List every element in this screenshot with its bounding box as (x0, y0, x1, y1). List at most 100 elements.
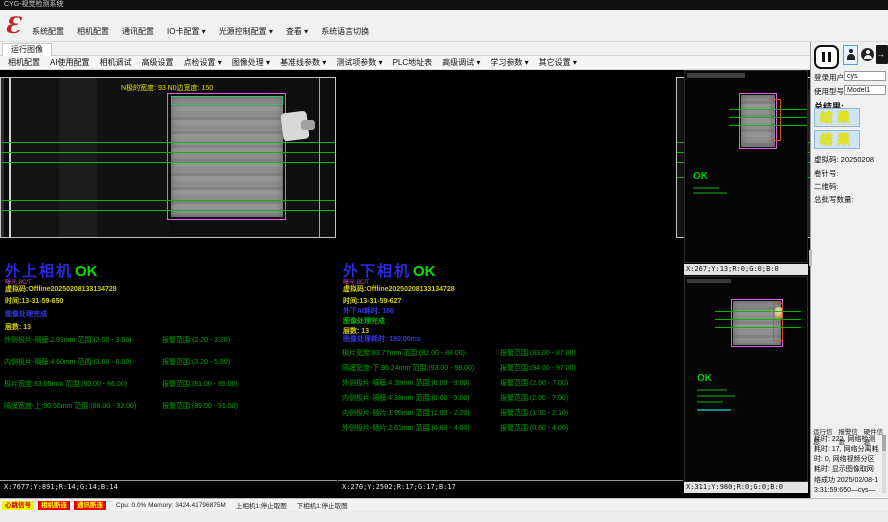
tool-spot-check[interactable]: 点检设置 ▾ (184, 57, 222, 68)
result-ok-text: OK (693, 171, 708, 182)
measurement-value: 内侧极片-隔膜:4.60mm 范围:(3.00 - 6.00) (4, 357, 132, 367)
alarm-range: 报警范围:(2.00 - 7.00) (500, 378, 568, 388)
menu-camera-config[interactable]: 相机配置 (77, 26, 109, 37)
log-scrollbar-thumb[interactable] (882, 435, 886, 451)
overlay-hline-green (729, 117, 807, 118)
menu-items: 系统配置 相机配置 通讯配置 IO卡配置 ▾ 光源控制配置 ▾ 查看 ▾ 系统语… (32, 26, 369, 37)
alarm-range: 报警范围:(2.00 - 7.00) (500, 393, 568, 403)
menu-language-switch[interactable]: 系统语言切换 (321, 26, 369, 37)
window-title: CYG-视觉检测系统 (4, 1, 64, 8)
tool-camera-config[interactable]: 相机配置 (8, 57, 40, 68)
menu-io-card-config[interactable]: IO卡配置 ▾ (167, 26, 206, 37)
pause-icon (822, 52, 825, 62)
panel-lower-outer-camera: AI处理图像 外下相机OK 曝光:8C/T 虚拟码:Offline2025020… (338, 70, 683, 498)
tool-camera-debug[interactable]: 相机调试 (100, 57, 132, 68)
tool-test-item-params[interactable]: 测试项参数 ▾ (336, 57, 382, 68)
overlay-roi-box-green (171, 96, 283, 105)
tiny-text-bar-cyan (697, 409, 731, 411)
menu-view[interactable]: 查看 ▾ (286, 26, 308, 37)
qrcode-label: 二维码: (814, 181, 839, 192)
panel-upper-outer-camera: N极的宽度: 93 N0边宽度: 150 外上相机OK 曝光:8C/T 虚拟码:… (0, 70, 337, 498)
overlay-hline-green (1, 210, 335, 211)
log-scrollbar[interactable] (882, 435, 886, 493)
measurement-row: 外侧极片-隔膜:2.91mm 范围:(2.00 - 3.50) 报警范围:(2.… (0, 335, 337, 344)
measurement-value: 隔膜宽度-下:95.24mm 范围:(93.00 - 98.00) (342, 363, 474, 373)
thumbnail-inner-upper-camera[interactable]: OK (684, 70, 808, 263)
tab-run-image[interactable]: 运行图像 (2, 43, 52, 56)
gripper-arm-tip (301, 120, 315, 130)
panel-splitter-handle[interactable] (809, 250, 812, 266)
thumbnail-inner-lower-camera[interactable]: OK (684, 276, 808, 482)
model-label: 使用型号: (814, 86, 846, 97)
right-sidebar: 登录用户: 使用型号: 总结果: 结果 结果 虚拟码: 20250208 卷针号… (810, 42, 888, 498)
login-user-field[interactable] (844, 71, 886, 81)
overlay-roi-box-orange (771, 99, 781, 141)
result-ok-text: OK (697, 373, 712, 384)
measurement-row: 内侧极片-极片:1.90mm 范围:(1.00 - 2.20) 报警范围:(1.… (338, 408, 683, 417)
measurement-value: 外侧极片-隔膜:4.38mm 范围:(0.00 - 9.00) (342, 378, 470, 388)
upper-camera-status: 上相机1:停止取图 (236, 500, 287, 510)
time-text: 时间:13-31-59-650 (5, 296, 63, 306)
overlay-hline-green (729, 125, 807, 126)
measurement-value: 极片宽度:83.05mm 范围:(80.00 - 86.00) (4, 379, 127, 389)
process-time-text: 图像处理耗时: 180.00ms (343, 334, 421, 344)
logout-exit-button[interactable] (876, 45, 888, 64)
camera-image-upper-outer[interactable]: N极的宽度: 93 N0边宽度: 150 (0, 77, 336, 238)
ai-time-text: 外下AI耗时: 166 (343, 306, 394, 316)
heartbeat-status-badge: 心跳信号 (2, 501, 34, 510)
comm-disconnected-badge: 通讯断连 (74, 501, 106, 510)
overlay-hline-green (715, 327, 801, 328)
thumb-label-bar (687, 279, 731, 283)
alarm-range: 报警范围:(94.00 - 97.00) (500, 363, 576, 373)
tiny-text-bar (697, 395, 735, 397)
measurement-value: 外侧极片-极片:2.61mm 范围:(0.60 - 4.00) (342, 423, 470, 433)
tool-ai-usage-config[interactable]: AI使用配置 (50, 57, 90, 68)
overlay-hline-green (1, 152, 335, 153)
result-display-2: 结果 (814, 130, 860, 149)
result-display-1: 结果 (814, 108, 860, 127)
overlay-hline-green (715, 311, 801, 312)
tool-image-processing[interactable]: 图像处理 ▾ (232, 57, 270, 68)
tool-advanced-debug[interactable]: 高级调试 ▾ (442, 57, 480, 68)
user-button[interactable] (843, 45, 858, 65)
pause-button[interactable] (814, 45, 839, 69)
tiny-text-bar (697, 389, 727, 391)
pixel-coordinate-readout: X:311;Y:980;R:0;G:0;B:0 (684, 482, 808, 493)
tool-other-settings[interactable]: 其它设置 ▾ (539, 57, 577, 68)
time-text: 时间:13-31-59-627 (343, 296, 401, 306)
batch-write-count-label: 总批写数量: (814, 194, 854, 205)
menu-light-control-config[interactable]: 光源控制配置 ▾ (219, 26, 273, 37)
menu-comm-config[interactable]: 通讯配置 (122, 26, 154, 37)
tool-advanced-settings[interactable]: 高级设置 (142, 57, 174, 68)
tool-learning-params[interactable]: 学习参数 ▾ (490, 57, 528, 68)
login-user-label: 登录用户: (814, 72, 846, 83)
lower-camera-status: 下相机1:停止取图 (297, 500, 348, 510)
status-bar: 心跳信号 相机断连 通讯断连 Cpu: 0.0% Memory: 3424.41… (0, 498, 888, 511)
alarm-range: 报警范围:(3.20 - 5.80) (162, 357, 230, 367)
overlay-hline-green (1, 162, 335, 163)
title-bar: CYG-视觉检测系统 (0, 0, 888, 10)
measurement-value: 内侧极片-极片:1.90mm 范围:(1.00 - 2.20) (342, 408, 470, 418)
measurement-row: 隔膜宽度-下:95.24mm 范围:(93.00 - 98.00) 报警范围:(… (338, 363, 683, 372)
needle-number-label: 卷针号: (814, 168, 839, 179)
model-field[interactable] (844, 85, 886, 95)
menu-bar: Ɛ 系统配置 相机配置 通讯配置 IO卡配置 ▾ 光源控制配置 ▾ 查看 ▾ 系… (0, 10, 888, 42)
overlay-hline-green (715, 319, 801, 320)
tab-strip: 运行图像 (0, 42, 810, 56)
tool-plc-address-table[interactable]: PLC地址表 (393, 57, 433, 68)
barcode-text: 虚拟码:Offline20250208133134728 (5, 284, 117, 294)
alarm-range: 报警范围:(0.60 - 4.00) (500, 423, 568, 433)
tool-baseline-params[interactable]: 基准线参数 ▾ (280, 57, 326, 68)
overlay-vline-yellow (319, 78, 320, 237)
log-output: 耗时: 222, 网络检测耗时: 17, 网络分离耗时: 0, 网络视频分区耗时… (814, 435, 880, 493)
tiny-text-bar (693, 187, 719, 189)
measurement-row: 极片宽度:83.05mm 范围:(80.00 - 86.00) 报警范围:(81… (0, 379, 337, 388)
measurement-row: 内侧极片-隔膜:4.38mm 范围:(0.00 - 9.00) 报警范围:(2.… (338, 393, 683, 402)
menu-system-config[interactable]: 系统配置 (32, 26, 64, 37)
pixel-coordinate-readout: X:267;Y:13;R:0;G:0;B:0 (684, 264, 808, 275)
account-icon-button[interactable] (861, 48, 874, 61)
camera-disconnected-badge: 相机断连 (38, 501, 70, 510)
measurement-row: 隔膜宽度-上:90.56mm 范围:(88.00 - 92.00) 报警范围:(… (0, 401, 337, 410)
thumb-label-bar (687, 73, 745, 78)
camera-viewport: N极的宽度: 93 N0边宽度: 150 外上相机OK 曝光:8C/T 虚拟码:… (0, 70, 810, 498)
